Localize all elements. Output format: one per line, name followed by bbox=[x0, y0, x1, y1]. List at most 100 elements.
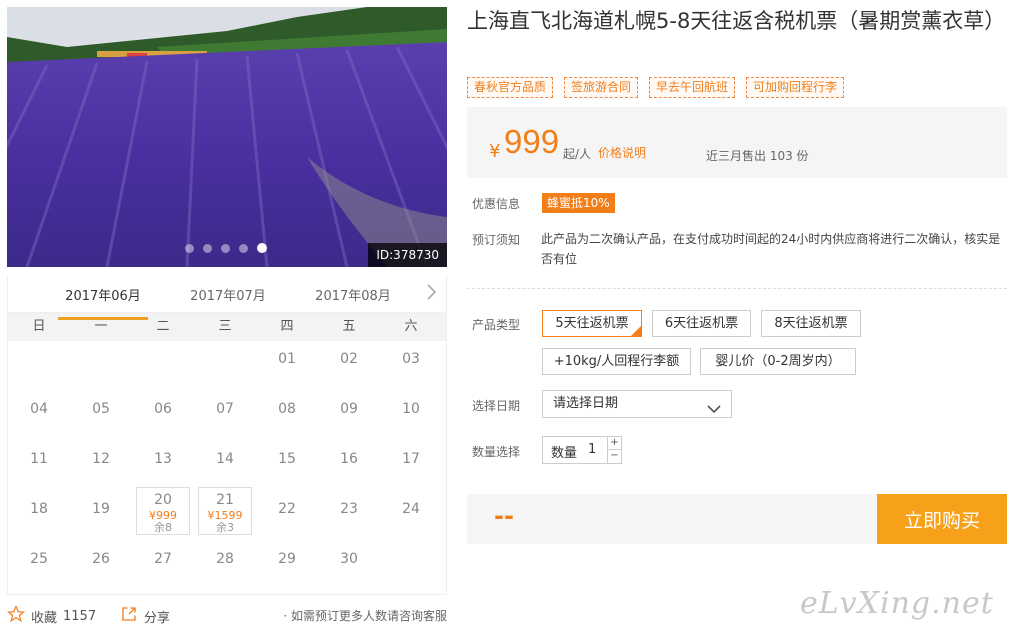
date-select-value: 请选择日期 bbox=[553, 396, 619, 411]
feature-tag: 早去午回航班 bbox=[649, 77, 736, 98]
price-value: 999 bbox=[504, 123, 560, 160]
price-unit: 起/人 bbox=[563, 147, 592, 161]
weekday-label: 四 bbox=[280, 319, 294, 334]
carousel-dot[interactable] bbox=[203, 243, 212, 253]
calendar-day-remaining: 余3 bbox=[216, 521, 234, 534]
calendar-day-remaining: 余8 bbox=[154, 521, 172, 534]
share-button[interactable]: 分享 bbox=[120, 605, 170, 627]
calendar-day-number: 13 bbox=[154, 451, 172, 467]
sold-count: 近三月售出 103 份 bbox=[706, 149, 809, 163]
consult-note: · 如需预订更多人数请咨询客服 bbox=[283, 609, 447, 623]
calendar-day: 01 bbox=[256, 345, 318, 395]
calendar-day-number: 07 bbox=[216, 401, 234, 417]
feature-tag: 春秋官方品质 bbox=[467, 77, 554, 98]
favorite-button[interactable]: 收藏 1157 bbox=[6, 604, 97, 627]
calendar-day-available[interactable]: 20 ¥999 余8 bbox=[136, 487, 190, 535]
calendar-day: 10 bbox=[380, 395, 442, 445]
price-info-link[interactable]: 价格说明 bbox=[598, 144, 646, 161]
calendar-day-number: 15 bbox=[278, 451, 296, 467]
calendar-day: 05 bbox=[70, 395, 132, 445]
option-5-day[interactable]: 5天往返机票 bbox=[542, 310, 642, 338]
calendar-day-number: 08 bbox=[278, 401, 296, 417]
calendar-day-number: 16 bbox=[340, 451, 358, 467]
calendar-day: 19 bbox=[70, 495, 132, 545]
calendar-day: 15 bbox=[256, 445, 318, 495]
calendar-day: 06 bbox=[132, 395, 194, 445]
calendar-blank-cell bbox=[132, 345, 194, 395]
calendar-day: 16 bbox=[318, 445, 380, 495]
calendar-day-number: 02 bbox=[340, 351, 358, 367]
lavender-field-image bbox=[7, 7, 447, 267]
calendar-day: 04 bbox=[8, 395, 70, 445]
calendar-day-number: 22 bbox=[278, 501, 296, 517]
favorite-count: 1157 bbox=[63, 608, 97, 624]
month-tabs: 2017年06月 2017年07月 2017年08月 bbox=[8, 275, 446, 320]
promo-label: 优惠信息 bbox=[472, 197, 521, 211]
calendar-day: 08 bbox=[256, 395, 318, 445]
carousel-dot[interactable] bbox=[185, 243, 194, 253]
calendar-day-number: 17 bbox=[402, 451, 420, 467]
calendar-day-number: 28 bbox=[216, 551, 234, 567]
feature-tags: 春秋官方品质 签旅游合同 早去午回航班 可加购回程行李 bbox=[467, 77, 845, 98]
weekday-label: 三 bbox=[218, 319, 232, 334]
price-box: ¥ 999 起/人 价格说明 近三月售出 103 份 bbox=[467, 107, 1007, 178]
calendar-day-number: 25 bbox=[30, 551, 48, 567]
buy-now-button[interactable]: 立即购买 bbox=[877, 494, 1007, 544]
date-select[interactable]: 请选择日期 bbox=[542, 390, 732, 418]
quantity-increase-button[interactable]: + bbox=[607, 437, 621, 450]
bottom-actions: 收藏 1157 分享 · 如需预订更多人数请咨询客服 bbox=[6, 602, 447, 628]
carousel-dot[interactable] bbox=[221, 243, 230, 253]
option-6-day[interactable]: 6天往返机票 bbox=[652, 310, 751, 337]
calendar-day: 24 bbox=[380, 495, 442, 545]
calendar-day: 11 bbox=[8, 445, 70, 495]
calendar-day: 03 bbox=[380, 345, 442, 395]
weekday-label: 五 bbox=[342, 319, 356, 334]
product-photo[interactable]: ID:378730 bbox=[7, 7, 447, 267]
tab-month-june[interactable]: 2017年06月 bbox=[58, 285, 148, 320]
carousel-dot[interactable] bbox=[239, 243, 248, 253]
chevron-down-icon bbox=[707, 398, 721, 424]
calendar-day-number: 11 bbox=[30, 451, 48, 467]
calendar-blank-cell bbox=[70, 345, 132, 395]
currency-symbol: ¥ bbox=[489, 141, 501, 162]
tab-month-august[interactable]: 2017年08月 bbox=[308, 285, 398, 304]
product-type-label: 产品类型 bbox=[472, 318, 521, 332]
notice-label: 预订须知 bbox=[472, 233, 521, 247]
calendar-day-number: 26 bbox=[92, 551, 110, 567]
calendar-day-number: 05 bbox=[92, 401, 110, 417]
tab-month-july[interactable]: 2017年07月 bbox=[183, 285, 273, 304]
quantity-value[interactable]: 1 bbox=[588, 442, 596, 457]
calendar-day-number: 09 bbox=[340, 401, 358, 417]
carousel-dot[interactable] bbox=[257, 243, 267, 253]
calendar-blank-cell bbox=[8, 345, 70, 395]
option-extra-luggage[interactable]: +10kg/人回程行李额 bbox=[542, 348, 691, 375]
calendar-blank-cell bbox=[194, 345, 256, 395]
calendar-day-number: 04 bbox=[30, 401, 48, 417]
option-8-day[interactable]: 8天往返机票 bbox=[761, 310, 861, 337]
quantity-label: 数量选择 bbox=[472, 445, 521, 459]
promo-badge: 蜂蜜抵10% bbox=[542, 193, 615, 213]
option-label: 5天往返机票 bbox=[555, 316, 629, 331]
carousel-dots bbox=[185, 243, 267, 253]
option-label: 6天往返机票 bbox=[664, 316, 739, 331]
calendar-day: 02 bbox=[318, 345, 380, 395]
calendar-day-available[interactable]: 21 ¥1599 余3 bbox=[198, 487, 252, 535]
checkmark-icon bbox=[631, 313, 642, 338]
option-infant[interactable]: 婴儿价（0-2周岁内） bbox=[700, 348, 856, 375]
calendar-day-number: 21 bbox=[216, 492, 234, 508]
feature-tag: 可加购回程行李 bbox=[746, 77, 845, 98]
chevron-right-icon[interactable] bbox=[424, 283, 440, 301]
calendar-day-number: 24 bbox=[402, 501, 420, 517]
calendar-day-number: 20 bbox=[154, 492, 172, 508]
calendar-day-number: 19 bbox=[92, 501, 110, 517]
calendar-day: 28 bbox=[194, 545, 256, 595]
calendar-day: 26 bbox=[70, 545, 132, 595]
booking-notice: 此产品为二次确认产品，在支付成功时间起的24小时内供应商将进行二次确认，核实是否… bbox=[541, 232, 1001, 266]
quantity-decrease-button[interactable]: − bbox=[607, 450, 621, 463]
calendar-day-number: 01 bbox=[278, 351, 296, 367]
weekday-label: 六 bbox=[404, 319, 418, 334]
calendar-day: 30 bbox=[318, 545, 380, 595]
calendar-day: 07 bbox=[194, 395, 256, 445]
favorite-label: 收藏 bbox=[31, 610, 58, 626]
option-label: 婴儿价（0-2周岁内） bbox=[715, 354, 841, 369]
